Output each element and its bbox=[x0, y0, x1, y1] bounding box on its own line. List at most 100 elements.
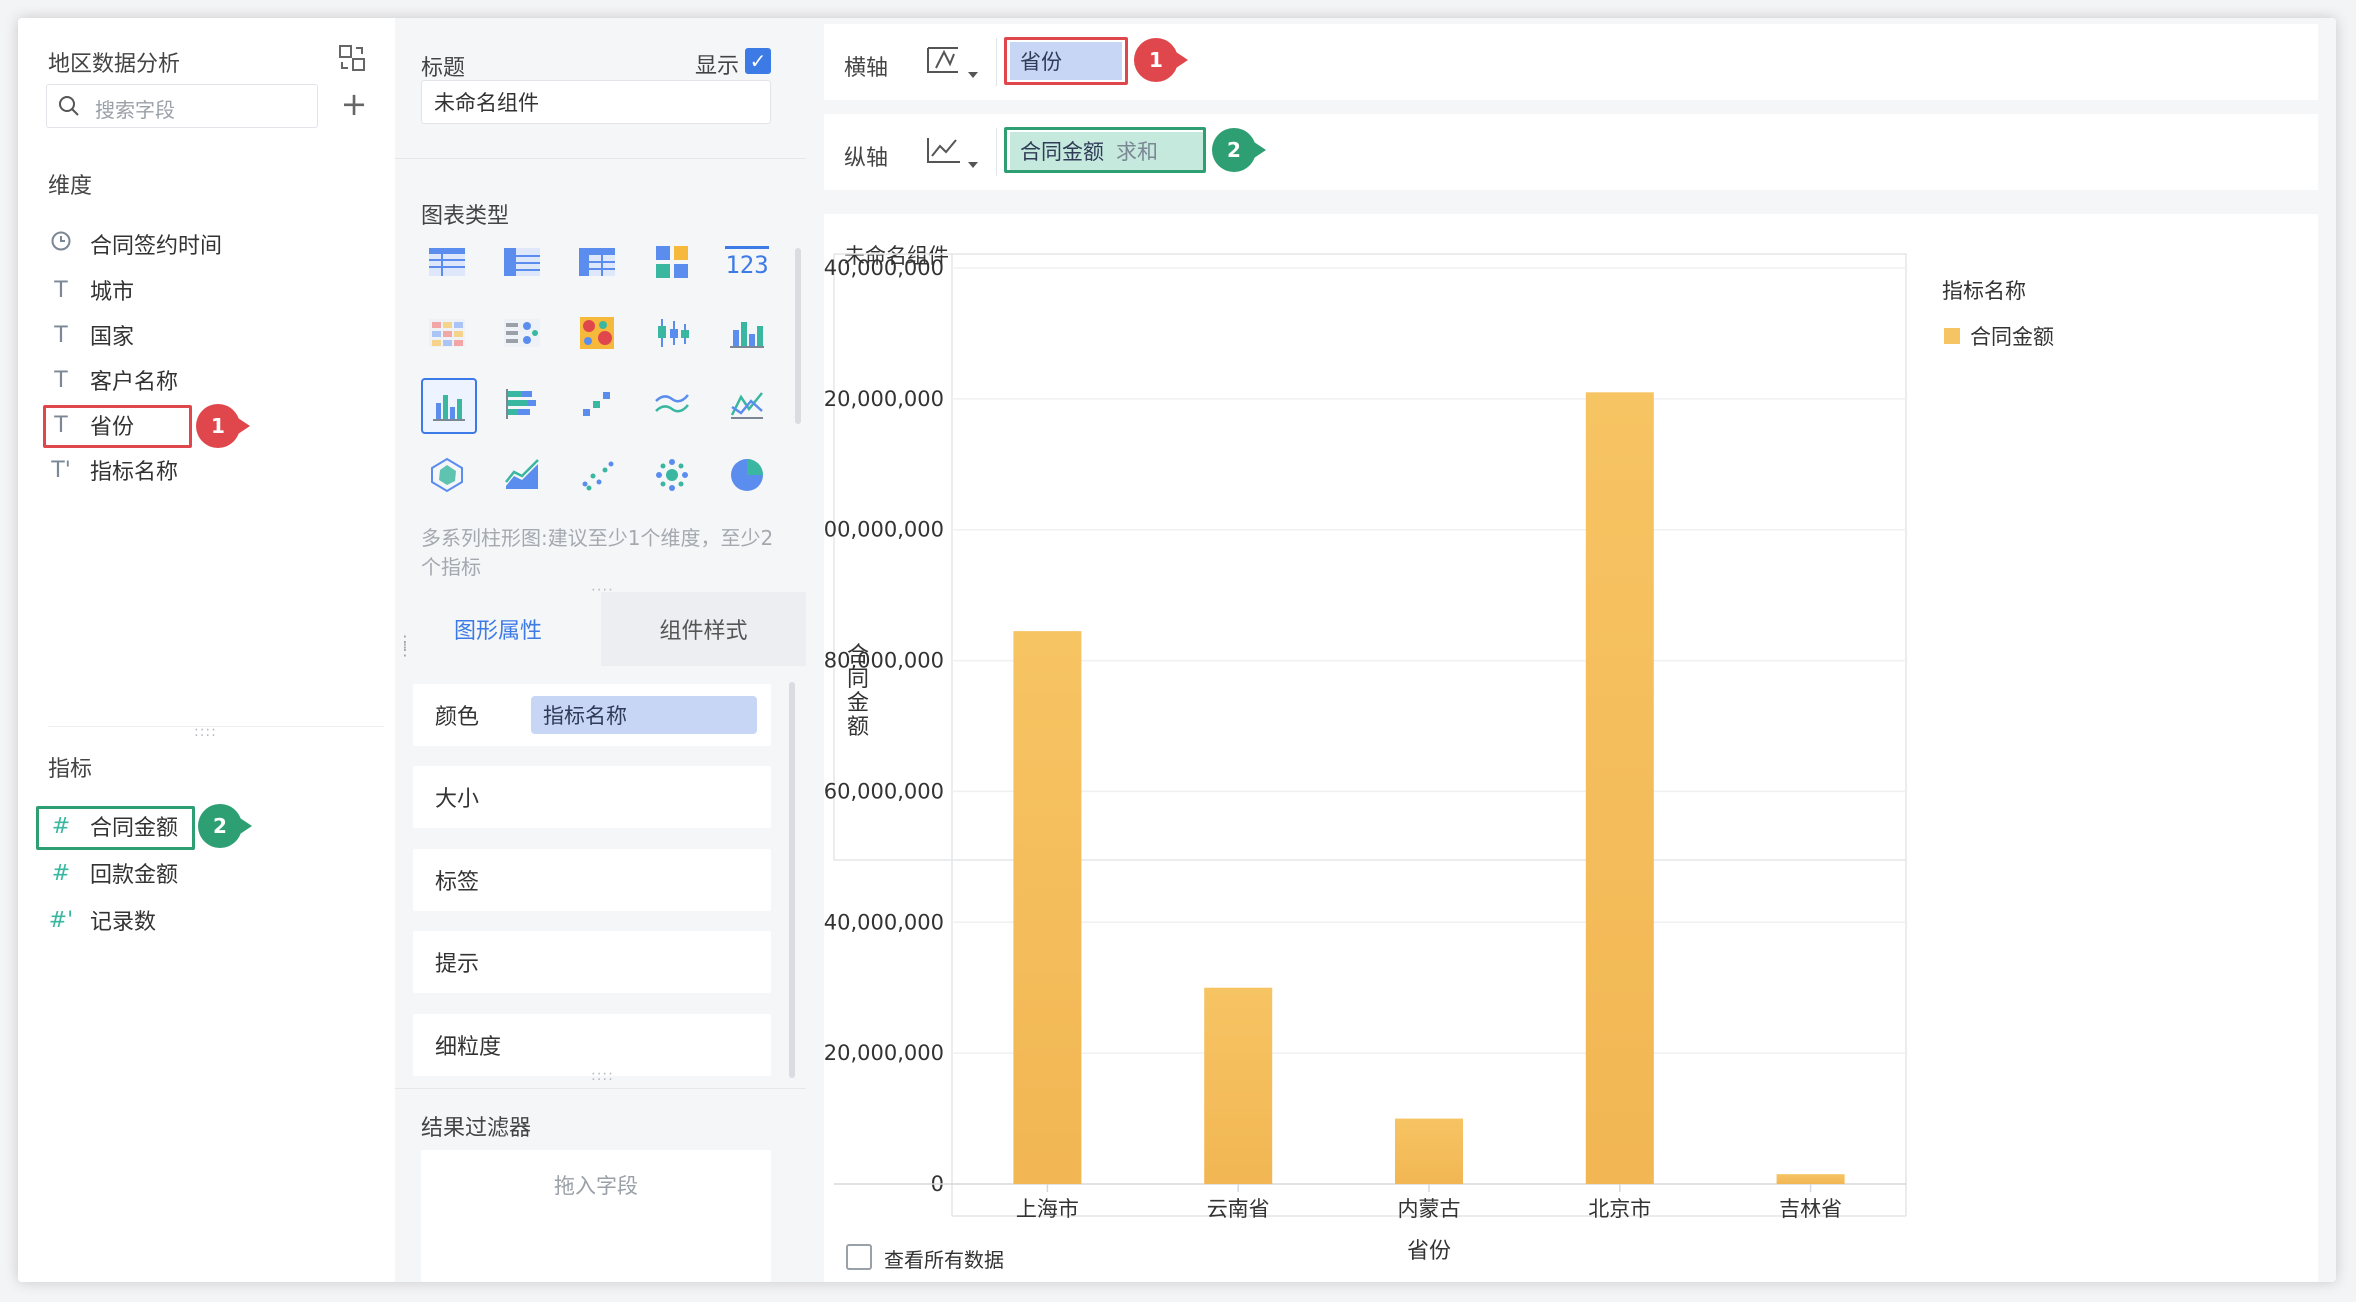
chart-type-bubble-icon[interactable] bbox=[646, 449, 698, 501]
view-all-label: 查看所有数据 bbox=[884, 1248, 1004, 1272]
chart-type-grouped-table-icon[interactable] bbox=[496, 236, 548, 288]
highlight-contract-amount bbox=[36, 806, 195, 850]
show-title-label: 显示 bbox=[695, 54, 740, 79]
show-title-checkbox[interactable]: ✓ bbox=[745, 48, 771, 74]
dimension-item-metric-name[interactable]: T' 指标名称 bbox=[48, 452, 178, 488]
collapse-handle[interactable]: ⋮ ⋮ bbox=[397, 634, 413, 658]
legend-title: 指标名称 bbox=[1942, 279, 2026, 303]
chart-type-dot-table-icon[interactable] bbox=[496, 307, 548, 359]
chart-type-color-block-icon[interactable] bbox=[646, 236, 698, 288]
divider bbox=[996, 38, 997, 86]
text-type-icon: T bbox=[54, 367, 68, 393]
title-label: 标题 bbox=[421, 56, 466, 81]
prop-size-label: 大小 bbox=[435, 787, 480, 812]
y-axis-chart-icon[interactable] bbox=[924, 132, 986, 172]
indicator-header: 指标 bbox=[48, 757, 93, 782]
x-tick-label: 上海市 bbox=[1016, 1197, 1079, 1221]
title-input-value: 未命名组件 bbox=[434, 91, 539, 115]
resize-handle[interactable]: :::: bbox=[591, 1068, 614, 1084]
divider bbox=[996, 128, 997, 176]
prop-size[interactable]: 大小 bbox=[413, 766, 771, 828]
x-axis-sort-icon[interactable] bbox=[924, 42, 986, 82]
y-axis-title-char: 同 bbox=[847, 667, 869, 692]
chart-type-boxplot-icon[interactable] bbox=[646, 307, 698, 359]
highlight-province bbox=[43, 405, 192, 448]
x-axis-bar: 横轴 省份 1 bbox=[824, 24, 2318, 100]
callout-badge-2: 2 bbox=[198, 804, 258, 848]
field-panel: 地区数据分析 搜索字段 + 维度 合同签约时间 T 城市 T 国家 T 客户名称 bbox=[18, 18, 396, 1282]
chart-type-kpi-icon[interactable]: 123 bbox=[721, 236, 773, 288]
text-type-icon: T' bbox=[51, 457, 71, 483]
indicator-item-record-count[interactable]: #' 记录数 bbox=[48, 902, 156, 938]
search-field[interactable]: 搜索字段 bbox=[46, 84, 318, 128]
dimension-label: 客户名称 bbox=[90, 370, 179, 395]
prop-granularity-label: 细粒度 bbox=[435, 1035, 502, 1060]
prop-tooltip[interactable]: 提示 bbox=[413, 931, 771, 993]
prop-label-label: 标签 bbox=[435, 870, 480, 895]
indicator-item-payment-amount[interactable]: # 回款金额 bbox=[48, 855, 178, 891]
bar bbox=[1585, 392, 1654, 1184]
result-filter-label: 结果过滤器 bbox=[421, 1116, 532, 1141]
prop-granularity[interactable]: 细粒度 bbox=[413, 1014, 771, 1076]
search-icon bbox=[59, 96, 79, 116]
y-tick-label: 120,000,000 bbox=[824, 387, 944, 411]
title-input[interactable]: 未命名组件 bbox=[421, 80, 771, 124]
chart-type-radar-icon[interactable] bbox=[421, 449, 473, 501]
tab-component-style[interactable]: 组件样式 bbox=[601, 592, 806, 666]
chart-type-scrollbar[interactable] bbox=[795, 248, 801, 424]
callout-badge-2: 2 bbox=[1212, 128, 1272, 172]
x-tick-label: 内蒙古 bbox=[1398, 1197, 1461, 1221]
chart-type-heat-table-icon[interactable] bbox=[421, 307, 473, 359]
y-tick-label: 80,000,000 bbox=[824, 649, 944, 673]
x-tick-label: 北京市 bbox=[1588, 1197, 1651, 1221]
tab-graphic-properties[interactable]: 图形属性 bbox=[395, 592, 601, 666]
resize-handle[interactable]: :::: bbox=[194, 724, 217, 740]
bar bbox=[1395, 1118, 1463, 1184]
properties-scrollbar[interactable] bbox=[789, 682, 795, 1078]
dimension-label: 合同签约时间 bbox=[90, 234, 223, 259]
callout-badge-1: 1 bbox=[1134, 38, 1194, 82]
dimension-item-customer[interactable]: T 客户名称 bbox=[48, 362, 178, 398]
highlight-x-axis bbox=[1004, 37, 1128, 85]
prop-color[interactable]: 颜色 指标名称 bbox=[413, 684, 771, 746]
dimension-item-country[interactable]: T 国家 bbox=[48, 317, 134, 353]
dimension-item-city[interactable]: T 城市 bbox=[48, 272, 134, 308]
y-axis-bar: 纵轴 合同金额 求和 2 bbox=[824, 114, 2318, 190]
dimension-item-contract-time[interactable]: 合同签约时间 bbox=[48, 226, 222, 262]
chart-type-column-icon[interactable] bbox=[721, 307, 773, 359]
y-tick-label: 100,000,000 bbox=[824, 518, 944, 542]
chart-panel: 横轴 省份 1 纵轴 合同金额 求和 2 未命名组件 0 20,000,000 … bbox=[806, 18, 2336, 1282]
color-field-chip[interactable]: 指标名称 bbox=[531, 696, 757, 734]
callout-badge-1: 1 bbox=[196, 404, 256, 448]
view-all-checkbox[interactable] bbox=[846, 1244, 872, 1270]
chart-type-bar-icon[interactable] bbox=[496, 378, 548, 430]
add-field-icon[interactable]: + bbox=[338, 88, 370, 120]
x-tick-label: 吉林省 bbox=[1779, 1197, 1842, 1221]
chart-type-line-icon[interactable] bbox=[646, 378, 698, 430]
text-type-icon: T bbox=[54, 277, 68, 303]
y-tick-label: 140,000,000 bbox=[824, 256, 944, 280]
legend-swatch bbox=[1944, 328, 1960, 344]
chart-type-pie-icon[interactable] bbox=[721, 449, 773, 501]
indicator-label: 记录数 bbox=[90, 910, 157, 935]
plot-frame bbox=[833, 253, 1907, 861]
prop-label[interactable]: 标签 bbox=[413, 849, 771, 911]
chart-type-table-icon[interactable] bbox=[421, 236, 473, 288]
prop-color-label: 颜色 bbox=[435, 705, 480, 730]
legend-series-label: 合同金额 bbox=[1970, 325, 2054, 349]
y-tick-label: 40,000,000 bbox=[824, 910, 944, 934]
chart-type-scatter-icon[interactable] bbox=[571, 449, 623, 501]
chart-type-area-icon[interactable] bbox=[496, 449, 548, 501]
switch-dataset-icon[interactable] bbox=[336, 42, 368, 74]
dimension-label: 指标名称 bbox=[90, 460, 179, 485]
chart-type-cross-table-icon[interactable] bbox=[571, 236, 623, 288]
bar bbox=[1013, 631, 1082, 1184]
chart-type-step-icon[interactable] bbox=[571, 378, 623, 430]
chart-type-combo-icon[interactable] bbox=[721, 378, 773, 430]
indicator-label: 回款金额 bbox=[90, 863, 179, 888]
chart-canvas: 未命名组件 0 20,000,000 40,000,000 60,000,000 80,… bbox=[824, 214, 2318, 1282]
filter-drop-zone[interactable]: 拖入字段 bbox=[421, 1150, 771, 1282]
prop-tooltip-label: 提示 bbox=[435, 952, 480, 977]
chart-type-multi-column-icon[interactable] bbox=[421, 378, 477, 434]
chart-type-heatmap-icon[interactable] bbox=[571, 307, 623, 359]
